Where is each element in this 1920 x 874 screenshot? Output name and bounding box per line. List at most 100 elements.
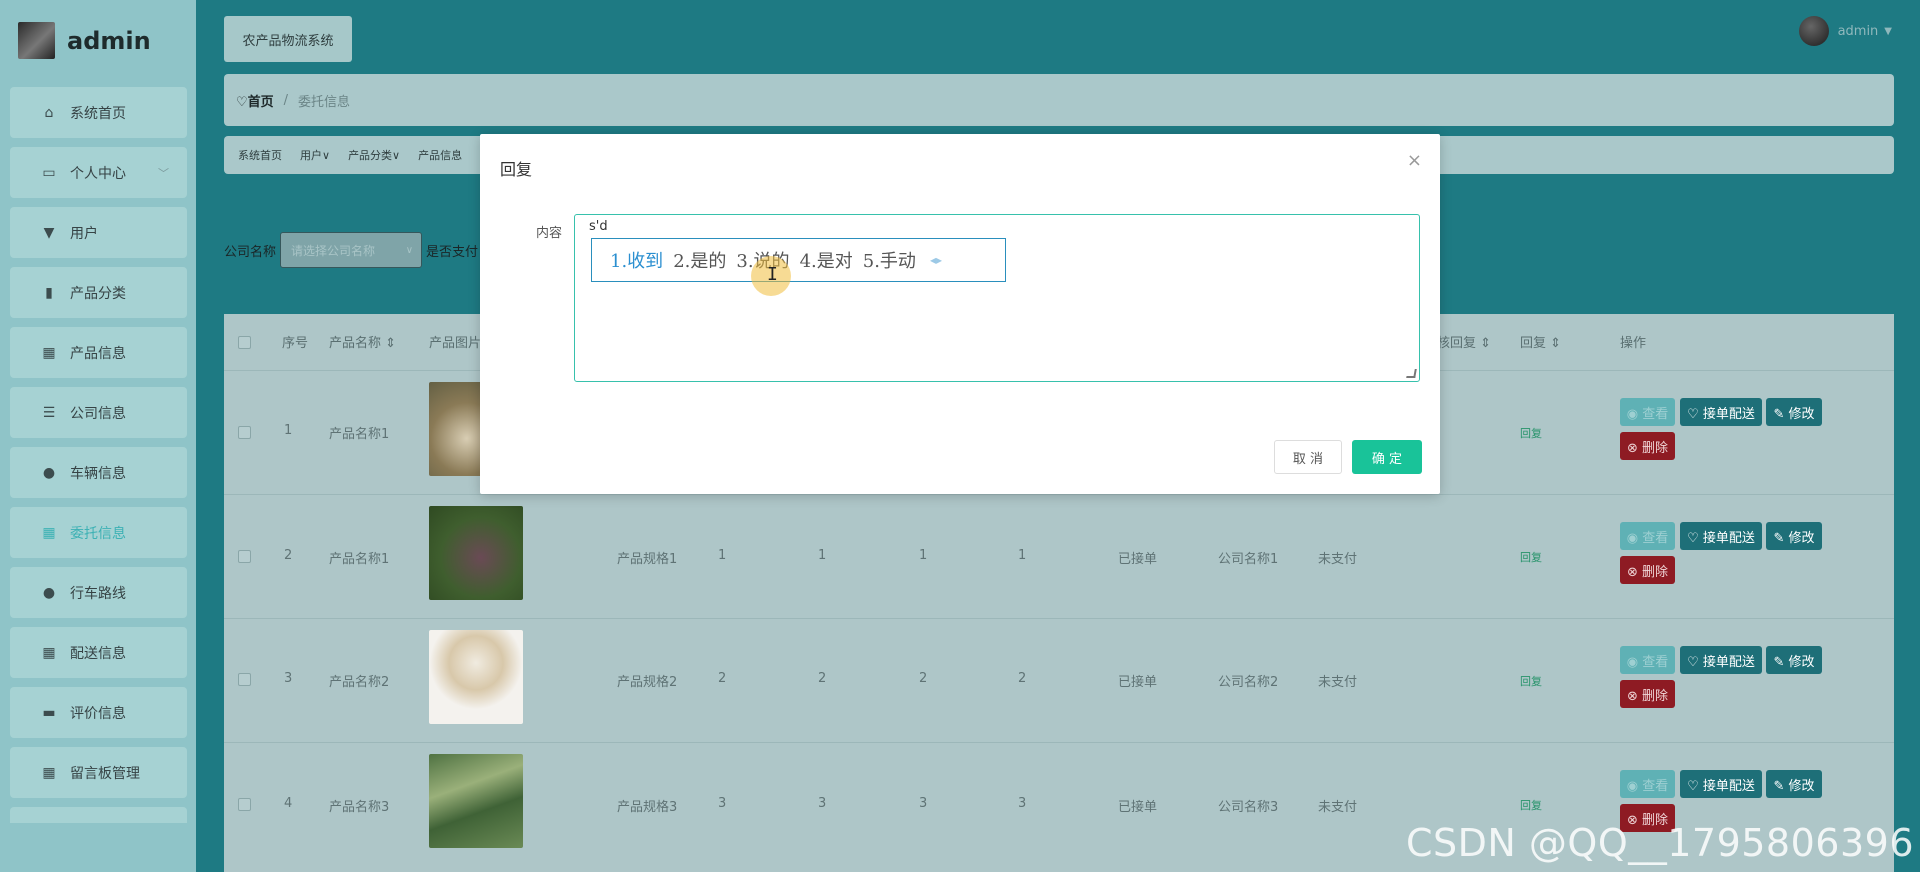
grid-icon: ▦ [42, 644, 56, 661]
sidebar-item-message-board[interactable]: ▦ 留言板管理 [10, 747, 187, 798]
row-value: 2 [818, 671, 827, 686]
row-checkbox[interactable] [238, 798, 251, 811]
page-arrows-icon[interactable]: ◂▸ [930, 253, 942, 267]
breadcrumb-separator: / [283, 92, 289, 108]
row-value: 2 [1018, 671, 1027, 686]
row-value: 1 [718, 548, 727, 563]
row-status: 已接单 [1118, 552, 1158, 567]
row-value: 3 [718, 796, 727, 811]
ime-candidate[interactable]: 4.是对 [800, 247, 853, 273]
edit-button[interactable]: ✎ 修改 [1766, 646, 1822, 674]
ime-candidate[interactable]: 2.是的 [673, 247, 726, 273]
row-index: 1 [284, 423, 293, 438]
chevron-down-icon: ∨ [405, 244, 414, 256]
accept-delivery-button[interactable]: ♡ 接单配送 [1680, 770, 1762, 798]
user-menu[interactable]: admin ▼ [1798, 16, 1892, 46]
company-label: 公司名称 [224, 244, 277, 260]
column-header-index: 序号 [282, 336, 309, 351]
row-paid: 未支付 [1318, 552, 1358, 567]
sidebar-logo: admin [18, 22, 151, 59]
row-company: 公司名称2 [1218, 675, 1279, 690]
accept-delivery-button[interactable]: ♡ 接单配送 [1680, 522, 1762, 550]
delete-button[interactable]: ⊗ 删除 [1620, 432, 1675, 460]
person-icon: ● [42, 464, 56, 481]
edit-button[interactable]: ✎ 修改 [1766, 770, 1822, 798]
breadcrumb-current: 委托信息 [298, 94, 351, 110]
grid-icon: ▦ [42, 344, 56, 361]
row-status: 已接单 [1118, 800, 1158, 815]
column-header-name[interactable]: 产品名称 ⇕ [329, 332, 396, 351]
row-checkbox[interactable] [238, 673, 251, 686]
tab-product-category[interactable]: 产品分类∨ [348, 147, 400, 163]
location-pin-icon: ● [42, 584, 56, 601]
caret-down-icon: ▼ [1884, 25, 1892, 37]
delete-button[interactable]: ⊗ 删除 [1620, 556, 1675, 584]
sidebar-item-vehicle-info[interactable]: ● 车辆信息 [10, 447, 187, 498]
content-text: s'd [589, 219, 608, 234]
sidebar-item-users[interactable]: ▼ 用户 [10, 207, 187, 258]
view-button[interactable]: ◉ 查看 [1620, 398, 1675, 426]
sidebar-item-product-category[interactable]: ▮ 产品分类 [10, 267, 187, 318]
sidebar-item-personal-center[interactable]: ▭ 个人中心 ﹀ [10, 147, 187, 198]
search-bar: 公司名称 请选择公司名称 ∨ 是否支付 [224, 232, 478, 268]
sidebar-item-label: 留言板管理 [70, 765, 140, 782]
select-all-checkbox[interactable] [238, 336, 251, 349]
user-icon: ▼ [43, 224, 55, 241]
row-value: 2 [919, 671, 928, 686]
close-icon[interactable]: × [1407, 150, 1422, 171]
edit-button[interactable]: ✎ 修改 [1766, 398, 1822, 426]
ime-candidate[interactable]: 5.手动 [863, 247, 916, 273]
tab-product-info[interactable]: 产品信息 [418, 147, 462, 163]
row-checkbox[interactable] [238, 426, 251, 439]
view-button[interactable]: ◉ 查看 [1620, 770, 1675, 798]
column-header-actions: 操作 [1620, 336, 1647, 351]
company-select[interactable]: 请选择公司名称 ∨ [280, 232, 423, 268]
sidebar-item-reviews[interactable]: ▬ 评价信息 [10, 687, 187, 738]
sidebar: admin ⌂ 系统首页 ▭ 个人中心 ﹀ ▼ 用户 ▮ 产品分类 ▦ 产品信息 ☰ 公司信息… [0, 0, 196, 872]
accept-delivery-button[interactable]: ♡ 接单配送 [1680, 646, 1762, 674]
edit-button[interactable]: ✎ 修改 [1766, 522, 1822, 550]
product-image [429, 506, 523, 600]
row-reply-status: 回复 [1520, 675, 1542, 688]
resize-handle-icon[interactable] [1406, 369, 1417, 378]
row-value: 1 [919, 548, 928, 563]
sidebar-item-commission-info[interactable]: ▦ 委托信息 [10, 507, 187, 558]
column-header-reply[interactable]: 回复 ⇕ [1520, 332, 1561, 351]
sidebar-item-delivery-info[interactable]: ▦ 配送信息 [10, 627, 187, 678]
view-button[interactable]: ◉ 查看 [1620, 646, 1675, 674]
confirm-button[interactable]: 确 定 [1352, 440, 1422, 474]
view-button[interactable]: ◉ 查看 [1620, 522, 1675, 550]
sidebar-item-partial[interactable] [10, 807, 187, 823]
sidebar-item-label: 行车路线 [70, 585, 126, 602]
accept-delivery-button[interactable]: ♡ 接单配送 [1680, 398, 1762, 426]
sliders-icon: ☰ [42, 404, 56, 421]
sidebar-item-product-info[interactable]: ▦ 产品信息 [10, 327, 187, 378]
dialog-title: 回复 [500, 160, 533, 179]
row-reply-status: 回复 [1520, 551, 1542, 564]
row-value: 1 [818, 548, 827, 563]
row-checkbox[interactable] [238, 550, 251, 563]
ime-candidate[interactable]: 1.收到 [610, 247, 663, 273]
sidebar-item-label: 评价信息 [70, 705, 126, 722]
ime-candidate-bar: 1.收到 2.是的 3.说的 4.是对 5.手动 ◂▸ [591, 238, 1006, 282]
tab-users[interactable]: 用户∨ [300, 147, 330, 163]
sidebar-item-home[interactable]: ⌂ 系统首页 [10, 87, 187, 138]
breadcrumb-home[interactable]: ♡首页 [236, 91, 274, 110]
breadcrumb: ♡首页 / 委托信息 [224, 74, 1894, 126]
row-paid: 未支付 [1318, 675, 1358, 690]
sidebar-item-route[interactable]: ● 行车路线 [10, 567, 187, 618]
tab-home[interactable]: 系统首页 [238, 147, 282, 163]
sidebar-item-label: 车辆信息 [70, 465, 126, 482]
row-value: 3 [919, 796, 928, 811]
system-title-button[interactable]: 农产品物流系统 [224, 16, 352, 62]
row-index: 2 [284, 548, 293, 563]
cancel-button[interactable]: 取 消 [1274, 440, 1342, 474]
grid-icon: ▦ [42, 764, 56, 781]
row-product-name: 产品名称1 [329, 427, 390, 442]
sidebar-item-company-info[interactable]: ☰ 公司信息 [10, 387, 187, 438]
delete-button[interactable]: ⊗ 删除 [1620, 680, 1675, 708]
home-icon: ⌂ [44, 104, 54, 121]
row-reply-status: 回复 [1520, 427, 1542, 440]
sidebar-item-label: 配送信息 [70, 645, 126, 662]
bar-chart-icon: ▮ [45, 284, 53, 301]
